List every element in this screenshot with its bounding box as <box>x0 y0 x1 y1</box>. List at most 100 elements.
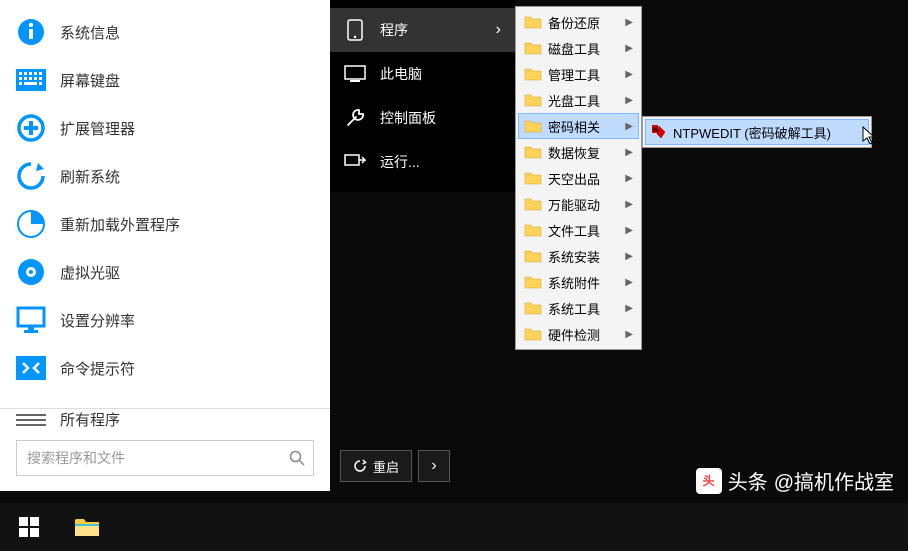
svg-text:N: N <box>653 127 658 134</box>
search-icon[interactable] <box>281 450 313 466</box>
folder-icon <box>524 249 542 263</box>
menu-item-system-info[interactable]: 系统信息 <box>0 8 330 56</box>
dark-item-label: 此电脑 <box>380 64 422 84</box>
menu-item-reload-external[interactable]: 重新加载外置程序 <box>0 200 330 248</box>
folder-item[interactable]: 系统工具▶ <box>518 295 639 321</box>
folder-icon <box>524 275 542 289</box>
dark-item-label: 运行... <box>380 152 420 172</box>
taskbar <box>0 503 908 551</box>
folder-label: 密码相关 <box>548 117 625 136</box>
info-icon <box>16 17 46 47</box>
chevron-right-icon: ▶ <box>625 173 633 184</box>
dark-item-programs[interactable]: 程序 › <box>330 8 515 52</box>
menu-item-command-prompt[interactable]: 命令提示符 <box>0 344 330 392</box>
computer-icon <box>344 63 366 85</box>
folder-item[interactable]: 文件工具▶ <box>518 217 639 243</box>
app-submenu: N NTPWEDIT (密码破解工具) <box>642 116 872 148</box>
folder-icon <box>524 301 542 315</box>
folder-icon <box>524 67 542 81</box>
menu-label: 扩展管理器 <box>60 118 135 139</box>
chevron-right-icon: ▶ <box>625 121 633 132</box>
menu-item-onscreen-keyboard[interactable]: 屏幕键盘 <box>0 56 330 104</box>
chevron-right-icon: ▶ <box>625 43 633 54</box>
menu-label: 重新加载外置程序 <box>60 214 180 235</box>
folder-item[interactable]: 系统安装▶ <box>518 243 639 269</box>
watermark-prefix: 头条 <box>728 466 768 495</box>
folder-item[interactable]: 光盘工具▶ <box>518 87 639 113</box>
search-row <box>0 430 330 492</box>
folder-label: 天空出品 <box>548 169 625 188</box>
file-explorer-button[interactable] <box>58 503 116 551</box>
dark-item-this-pc[interactable]: 此电脑 <box>330 52 515 96</box>
folder-item[interactable]: 硬件检测▶ <box>518 321 639 347</box>
folder-icon <box>524 223 542 237</box>
dark-item-control-panel[interactable]: 控制面板 <box>330 96 515 140</box>
dark-item-label: 控制面板 <box>380 108 436 128</box>
folder-label: 万能驱动 <box>548 195 625 214</box>
restart-label: 重启 <box>373 457 399 476</box>
chevron-right-icon: ▶ <box>625 69 633 80</box>
folder-item[interactable]: 备份还原▶ <box>518 9 639 35</box>
folder-item[interactable]: 管理工具▶ <box>518 61 639 87</box>
menu-item-resolution[interactable]: 设置分辨率 <box>0 296 330 344</box>
search-input[interactable] <box>17 450 281 466</box>
menu-label: 设置分辨率 <box>60 310 135 331</box>
disc-icon <box>16 257 46 287</box>
all-programs-row[interactable]: 所有程序 <box>0 408 330 430</box>
restart-icon <box>353 459 367 473</box>
run-icon <box>344 151 366 173</box>
folder-icon <box>524 171 542 185</box>
restart-button[interactable]: 重启 <box>340 450 412 482</box>
chevron-right-icon: ▶ <box>625 251 633 262</box>
windows-icon <box>19 517 39 537</box>
menu-label: 刷新系统 <box>60 166 120 187</box>
chevron-right-icon: ▶ <box>625 277 633 288</box>
folder-item[interactable]: 系统附件▶ <box>518 269 639 295</box>
folder-icon <box>524 15 542 29</box>
folder-icon <box>524 119 542 133</box>
folder-label: 系统安装 <box>548 247 625 266</box>
folder-icon <box>524 197 542 211</box>
dark-item-run[interactable]: 运行... <box>330 140 515 184</box>
folder-label: 数据恢复 <box>548 143 625 162</box>
folder-icon <box>524 145 542 159</box>
folder-item[interactable]: 数据恢复▶ <box>518 139 639 165</box>
phone-icon <box>344 19 366 41</box>
menu-label: 系统信息 <box>60 22 120 43</box>
chevron-right-icon: ▶ <box>625 147 633 158</box>
pie-icon <box>16 209 46 239</box>
folder-item[interactable]: 天空出品▶ <box>518 165 639 191</box>
folder-label: 系统工具 <box>548 299 625 318</box>
restart-options-button[interactable]: › <box>418 450 450 482</box>
app-label: NTPWEDIT (密码破解工具) <box>673 123 831 142</box>
restart-row: 重启 › <box>340 450 450 482</box>
start-button[interactable] <box>0 503 58 551</box>
watermark: 头 头条 @搞机作战室 <box>696 466 894 495</box>
search-box[interactable] <box>16 440 314 476</box>
menu-item-refresh-system[interactable]: 刷新系统 <box>0 152 330 200</box>
folder-label: 磁盘工具 <box>548 39 625 58</box>
folder-icon <box>524 41 542 55</box>
folder-label: 硬件检测 <box>548 325 625 344</box>
all-programs-label: 所有程序 <box>60 409 120 430</box>
folder-submenu: 备份还原▶磁盘工具▶管理工具▶光盘工具▶密码相关▶数据恢复▶天空出品▶万能驱动▶… <box>515 6 642 350</box>
monitor-icon <box>16 305 46 335</box>
folder-item[interactable]: 密码相关▶ <box>518 113 639 139</box>
folder-item[interactable]: 万能驱动▶ <box>518 191 639 217</box>
menu-item-extension-manager[interactable]: 扩展管理器 <box>0 104 330 152</box>
app-item-ntpwedit[interactable]: N NTPWEDIT (密码破解工具) <box>645 119 869 145</box>
chevron-right-icon: › <box>431 457 436 475</box>
refresh-icon <box>16 161 46 191</box>
menu-item-virtual-drive[interactable]: 虚拟光驱 <box>0 248 330 296</box>
chevron-right-icon: ▶ <box>625 329 633 340</box>
menu-label: 屏幕键盘 <box>60 70 120 91</box>
app-icon: N <box>651 124 667 140</box>
menu-items-list: 系统信息 屏幕键盘 扩展管理器 刷新系统 重新加载外置程序 <box>0 0 330 400</box>
chevron-right-icon: ▶ <box>625 303 633 314</box>
dark-item-label: 程序 <box>380 20 408 40</box>
folder-label: 光盘工具 <box>548 91 625 110</box>
folder-icon <box>74 516 100 538</box>
chevron-right-icon: ▶ <box>625 17 633 28</box>
plus-icon <box>16 113 46 143</box>
folder-item[interactable]: 磁盘工具▶ <box>518 35 639 61</box>
